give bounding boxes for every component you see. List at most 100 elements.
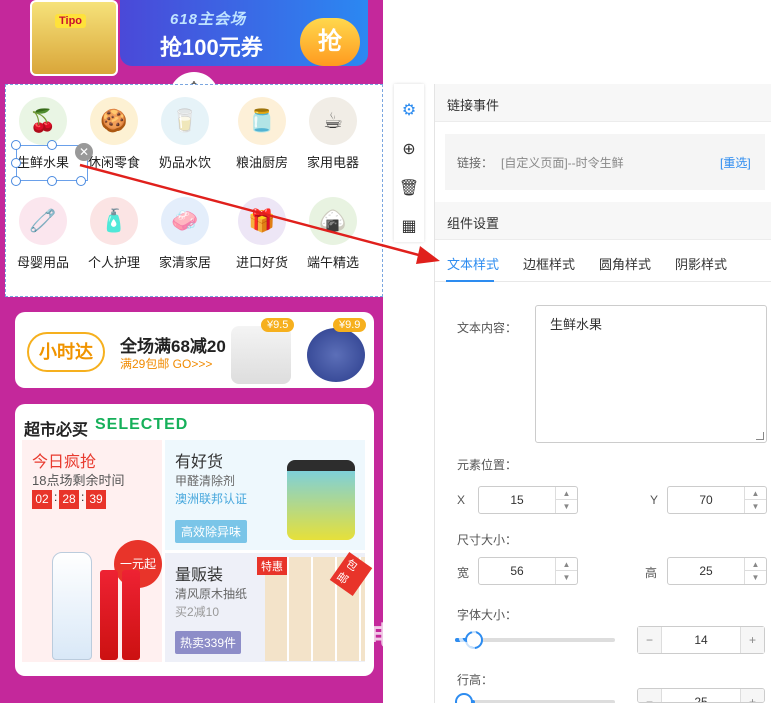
category-label: 粮油厨房 [235,155,288,170]
zongzi-icon: 🍙 [309,197,357,245]
flash-deal-card[interactable]: 今日疯抢 18点场剩余时间 02 : 28 : 39 一元起 [22,440,162,662]
page: Tipo 618主会场 抢100元券 抢 ✥ 🍒 生鲜水果 🍪休闲零食🥛 奶品水饮 🫙 粮… [0,0,771,703]
deal-title: 今日疯抢 [32,454,97,471]
grab-button[interactable]: 抢 [300,18,360,66]
width-value: 56 [510,564,524,578]
jar-product-image [287,460,355,540]
card3-button[interactable]: 热卖339件 [175,631,242,654]
height-input[interactable]: 25 ▲ ▼ [667,557,767,585]
category-item[interactable]: 🎁 进口好货 [227,197,297,271]
market-title: 超市必买 [24,422,89,439]
category-item[interactable]: 🥛 奶品水饮 [150,97,220,171]
diaper-icon: 🧷 [19,197,67,245]
snack-bag-icon: 🍪 [90,97,138,145]
timer-minutes: 28 [59,490,79,509]
category-item[interactable]: 🧼 家清家居 [150,197,220,271]
card2-button[interactable]: 高效除异味 [175,520,248,543]
shampoo-icon: 🧴 [90,197,138,245]
yogurt-cup-image [231,326,291,384]
x-spinner[interactable]: ▲ ▼ [555,487,577,513]
shampoo-bottle-image [52,552,92,660]
good-goods-card[interactable]: 有好货 甲醛清除剂 澳洲联邦认证 高效除异味 [165,440,365,550]
down-arrow-icon[interactable]: ▼ [556,571,577,584]
category-item[interactable]: ☕ 家用电器 [298,97,368,171]
y-value: 70 [699,493,713,507]
resize-handle[interactable] [47,140,57,150]
style-tabs: 文本样式 边框样式 圆角样式 阴影样式 [435,242,771,282]
link-event-title: 链接事件 [447,98,500,113]
trash-icon[interactable]: 🗑 [398,178,420,200]
height-spinner[interactable]: ▲ ▼ [744,558,766,584]
tipo-product-image [30,0,118,76]
font-size-stepper[interactable]: − 14 + [637,626,765,654]
card3-title: 量贩装 [175,567,224,584]
banner-headline: 618主会场 [170,11,247,28]
add-circle-icon[interactable]: ⊕ [398,139,420,161]
down-arrow-icon[interactable]: ▼ [556,500,577,513]
milk-icon: 🥛 [161,97,209,145]
category-item[interactable]: 🍙 端午精选 [298,197,368,271]
line-height-slider-knob[interactable] [455,693,473,703]
gift-box-icon: 🎁 [238,197,286,245]
category-label: 进口好货 [235,255,288,270]
minus-icon[interactable]: − [638,627,662,653]
promo-logo: 小时达 [27,332,105,372]
timer-colon: : [54,490,58,504]
category-label: 个人护理 [87,255,140,270]
text-content-field[interactable]: 生鲜水果 [535,305,767,443]
width-input[interactable]: 56 ▲ ▼ [478,557,578,585]
x-input[interactable]: 15 ▲ ▼ [478,486,578,514]
line-height-label: 行高： [457,673,494,687]
y-input[interactable]: 70 ▲ ▼ [667,486,767,514]
category-item[interactable]: 🧷 母婴用品 [8,197,78,271]
resize-handle[interactable] [76,176,86,186]
layout-icon[interactable]: ▦ [398,216,420,238]
y-spinner[interactable]: ▲ ▼ [744,487,766,513]
category-label: 家清家居 [158,255,211,270]
resize-handle[interactable] [11,140,21,150]
up-arrow-icon[interactable]: ▲ [556,487,577,500]
tab-border-style[interactable]: 边框样式 [523,254,575,273]
plus-icon[interactable]: + [740,689,764,702]
up-arrow-icon[interactable]: ▲ [556,558,577,571]
resize-handle[interactable] [47,176,57,186]
gear-icon[interactable]: ⚙ [398,100,420,122]
deal-sub: 18点场剩余时间 [32,473,125,488]
up-arrow-icon[interactable]: ▲ [745,487,766,500]
blender-icon: ☕ [309,97,357,145]
width-label: 宽 [457,566,470,580]
bulk-card[interactable]: 量贩装 清风原木抽纸 买2减10 热卖339件 特惠 包邮 [165,552,373,662]
toothpaste-image [100,570,118,660]
tab-shadow-style[interactable]: 阴影样式 [675,254,727,273]
resize-grip-icon[interactable] [756,432,764,440]
category-label: 奶品水饮 [158,155,211,170]
minus-icon[interactable]: − [638,689,662,702]
resize-handle[interactable] [11,158,21,168]
tab-text-style[interactable]: 文本样式 [447,254,499,273]
line-height-stepper[interactable]: − 25 + [637,688,765,703]
y-label: Y [650,493,659,507]
tab-radius-style[interactable]: 圆角样式 [599,254,651,273]
category-item[interactable]: 🧴 个人护理 [79,197,149,271]
top-banner[interactable]: Tipo 618主会场 抢100元券 抢 ✥ [0,0,383,100]
oil-bottle-icon: 🫙 [238,97,286,145]
plus-icon[interactable]: + [740,627,764,653]
category-item[interactable]: 🍪 休闲零食 [79,97,149,171]
down-arrow-icon[interactable]: ▼ [745,571,766,584]
remove-element-icon[interactable]: ✕ [75,143,93,161]
category-grid[interactable]: 🍒 生鲜水果 🍪 休闲零食 🥛 奶品水饮 🫙 粮油厨房 ☕ 家用电器 🧷 母婴用品 🧴 个人护理 🧼 家清家居… [5,84,383,297]
height-value: 25 [699,564,713,578]
timer-hours: 02 [32,490,52,509]
detergent-icon: 🧼 [161,197,209,245]
category-item[interactable]: 🫙 粮油厨房 [227,97,297,171]
width-spinner[interactable]: ▲ ▼ [555,558,577,584]
blueberry-bowl-image [307,328,365,382]
up-arrow-icon[interactable]: ▲ [745,558,766,571]
down-arrow-icon[interactable]: ▼ [745,500,766,513]
promo-card[interactable]: 小时达 全场满68减20 满29包邮 GO>>> ¥9.5 ¥9.9 [15,312,374,388]
card2-title: 有好货 [175,454,224,471]
link-event-header: 链接事件 [435,84,771,122]
link-value: [自定义页面]--时令生鲜 [501,156,624,170]
resize-handle[interactable] [11,176,21,186]
reselect-link[interactable]: [重选] [720,154,751,171]
